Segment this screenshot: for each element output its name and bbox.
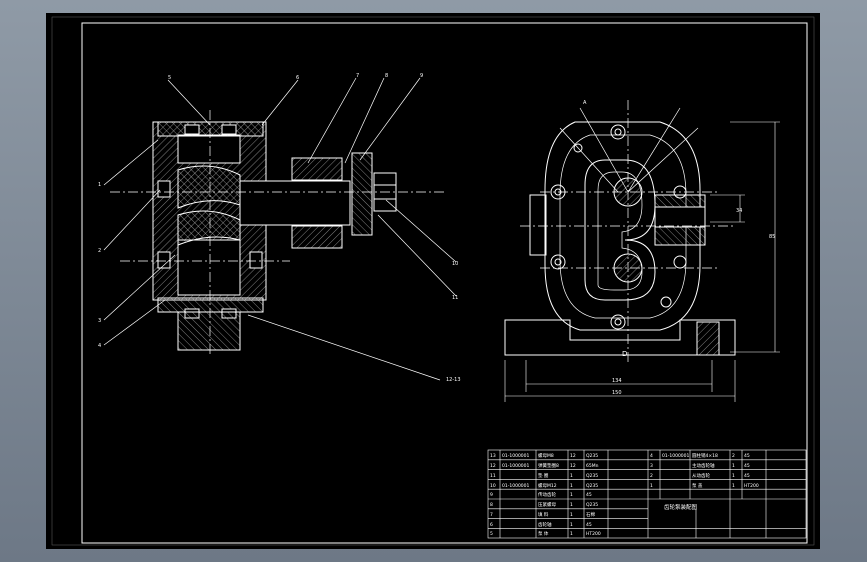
svg-text:圆柱销4×18: 圆柱销4×18 <box>692 452 718 459</box>
svg-text:Q235: Q235 <box>586 483 598 489</box>
svg-text:45: 45 <box>744 453 750 459</box>
svg-text:5: 5 <box>490 531 493 537</box>
svg-text:螺母M8: 螺母M8 <box>538 452 554 459</box>
svg-text:HT200: HT200 <box>586 531 601 537</box>
svg-text:填 料: 填 料 <box>538 511 549 518</box>
svg-text:4: 4 <box>650 453 653 459</box>
svg-text:1: 1 <box>732 473 735 479</box>
callout-11: 11 <box>452 295 458 301</box>
svg-text:9: 9 <box>490 492 493 498</box>
svg-text:石棉: 石棉 <box>586 511 595 518</box>
svg-text:Q235: Q235 <box>586 502 598 508</box>
svg-text:8: 8 <box>490 502 493 508</box>
svg-text:1: 1 <box>732 483 735 489</box>
assembly-drawing: 5 6 7 8 9 1 2 3 4 10 11 12-13 85 34 134 … <box>46 13 820 549</box>
svg-text:弹簧垫圈8: 弹簧垫圈8 <box>538 462 559 469</box>
svg-text:1: 1 <box>650 483 653 489</box>
svg-text:45: 45 <box>586 492 592 498</box>
dim-height: 85 <box>769 234 775 240</box>
svg-text:HT200: HT200 <box>744 483 759 489</box>
svg-text:泵 盖: 泵 盖 <box>692 482 703 489</box>
callout-8: 8 <box>385 73 388 79</box>
drawing-name: 齿轮泵装配图 <box>664 503 698 511</box>
svg-text:01-1000001: 01-1000001 <box>502 453 530 459</box>
svg-text:泵 体: 泵 体 <box>538 530 549 537</box>
svg-text:垫 圈: 垫 圈 <box>538 472 549 479</box>
svg-text:7: 7 <box>490 512 493 518</box>
callout-6: 6 <box>296 75 299 81</box>
callout-3: 3 <box>98 318 101 324</box>
dim-bore: 34 <box>736 208 742 214</box>
svg-text:1: 1 <box>570 531 573 537</box>
svg-text:2: 2 <box>732 453 735 459</box>
svg-text:65Mn: 65Mn <box>586 463 599 469</box>
callout-2: 2 <box>98 248 101 254</box>
svg-text:1: 1 <box>732 463 735 469</box>
label-d: D <box>622 350 627 358</box>
callout-9: 9 <box>420 73 423 79</box>
svg-text:12: 12 <box>570 463 576 469</box>
svg-text:10: 10 <box>490 483 496 489</box>
dim-width-inner: 134 <box>612 378 622 384</box>
svg-text:45: 45 <box>744 473 750 479</box>
callout-10: 10 <box>452 261 458 267</box>
svg-text:13: 13 <box>490 453 496 459</box>
svg-text:3: 3 <box>650 463 653 469</box>
svg-text:01-1000001: 01-1000001 <box>502 463 530 469</box>
callout-7: 7 <box>356 73 359 79</box>
svg-text:12: 12 <box>490 463 496 469</box>
dim-width-outer: 150 <box>612 390 622 396</box>
svg-text:01-1000001: 01-1000001 <box>662 453 690 459</box>
callout-5: 5 <box>168 75 171 81</box>
svg-text:1: 1 <box>570 502 573 508</box>
svg-text:Q235: Q235 <box>586 473 598 479</box>
svg-text:传动齿轮: 传动齿轮 <box>538 491 556 498</box>
svg-text:Q235: Q235 <box>586 453 598 459</box>
svg-text:压紧螺母: 压紧螺母 <box>538 501 556 508</box>
svg-text:螺母M12: 螺母M12 <box>538 482 557 489</box>
svg-text:主动齿轮轴: 主动齿轮轴 <box>692 462 715 469</box>
svg-text:1: 1 <box>570 483 573 489</box>
svg-text:1: 1 <box>570 512 573 518</box>
label-a: A <box>583 100 587 106</box>
callout-12-13: 12-13 <box>446 377 461 383</box>
svg-text:齿轮轴: 齿轮轴 <box>538 521 552 528</box>
svg-text:45: 45 <box>586 522 592 528</box>
svg-text:12: 12 <box>570 453 576 459</box>
svg-text:1: 1 <box>570 522 573 528</box>
callout-1: 1 <box>98 182 101 188</box>
svg-text:45: 45 <box>744 463 750 469</box>
svg-text:01-1000001: 01-1000001 <box>502 483 530 489</box>
svg-text:1: 1 <box>570 473 573 479</box>
callout-4: 4 <box>98 343 101 349</box>
svg-text:从动齿轮: 从动齿轮 <box>692 472 710 479</box>
svg-text:1: 1 <box>570 492 573 498</box>
svg-text:11: 11 <box>490 473 496 479</box>
svg-text:2: 2 <box>650 473 653 479</box>
svg-text:6: 6 <box>490 522 493 528</box>
